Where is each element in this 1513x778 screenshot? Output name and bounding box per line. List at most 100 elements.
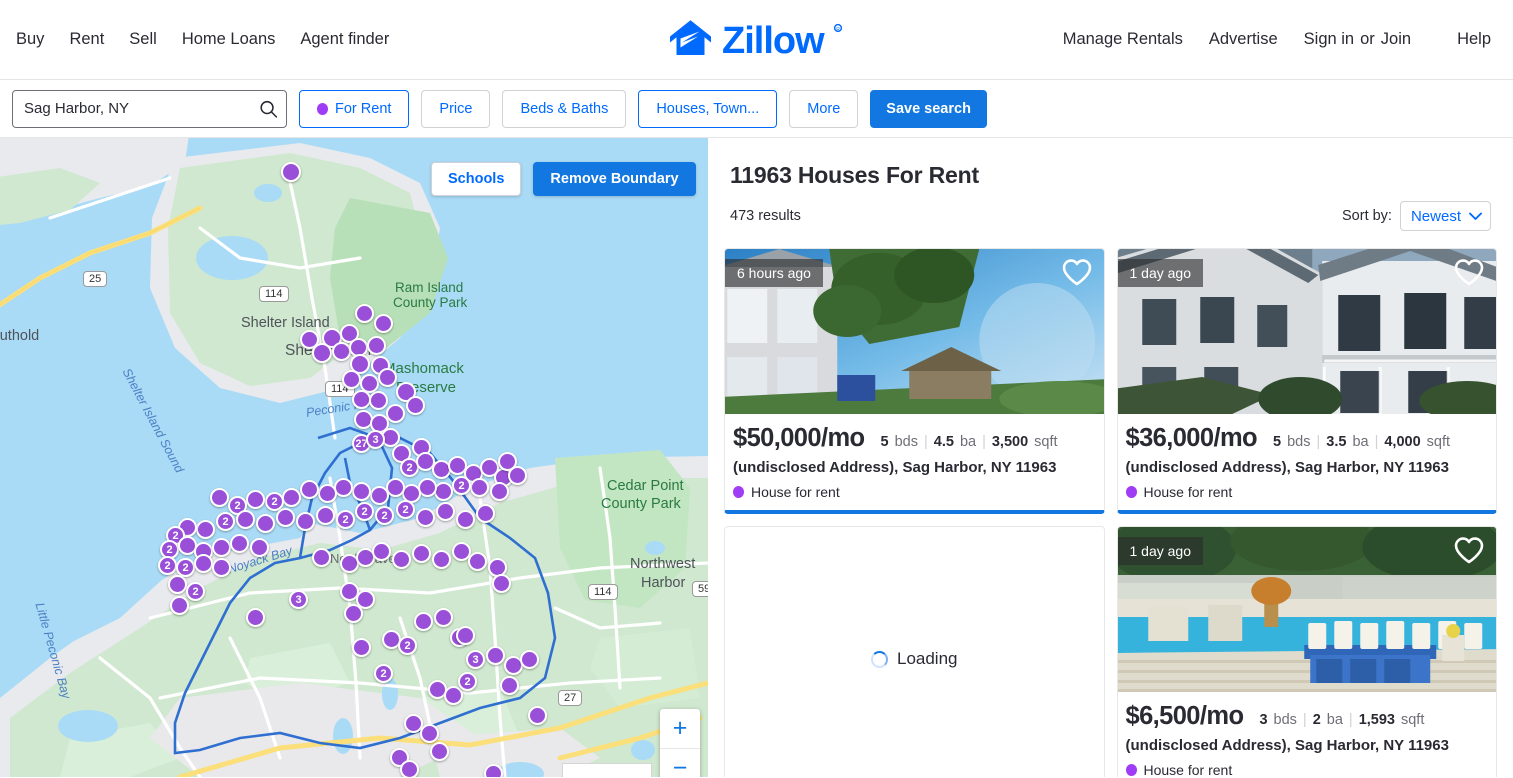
map-pin[interactable]	[312, 548, 331, 567]
map-pin[interactable]	[316, 506, 335, 525]
search-icon[interactable]	[259, 99, 278, 118]
map-pin[interactable]	[210, 488, 229, 507]
listing-photo[interactable]: 1 day ago	[1117, 527, 1496, 692]
filter-for-rent-button[interactable]: For Rent	[299, 89, 410, 128]
map-pin[interactable]	[430, 742, 449, 761]
map-pin-cluster[interactable]: 2	[458, 672, 477, 691]
map-pin[interactable]	[392, 550, 411, 569]
save-search-button[interactable]: Save search	[870, 89, 987, 128]
remove-boundary-button[interactable]: Remove Boundary	[533, 162, 696, 196]
map-pin[interactable]	[256, 514, 275, 533]
map-pin[interactable]	[342, 370, 361, 389]
map-pin[interactable]	[468, 552, 487, 571]
favorite-heart-icon[interactable]	[1062, 259, 1092, 291]
map-pin[interactable]	[212, 538, 231, 557]
map-pin-cluster[interactable]: 2	[452, 476, 471, 495]
map-pin[interactable]	[412, 544, 431, 563]
map-pin[interactable]	[414, 612, 433, 631]
map-pin[interactable]	[300, 480, 319, 499]
map-pin[interactable]	[230, 534, 249, 553]
listing-photo[interactable]: 6 hours ago	[725, 249, 1104, 414]
map-pin[interactable]	[212, 558, 231, 577]
map-pin-cluster[interactable]: 3	[366, 430, 385, 449]
map-pin[interactable]	[492, 574, 511, 593]
nav-link-rent[interactable]: Rent	[69, 30, 104, 49]
listing-card[interactable]: 6 hours ago $50,000/mo 5 bds | 4.5 ba | …	[724, 248, 1105, 514]
map-pin[interactable]	[436, 502, 455, 521]
map-pin[interactable]	[332, 342, 351, 361]
map-pin[interactable]	[246, 608, 265, 627]
map-pin[interactable]	[420, 724, 439, 743]
map-pin[interactable]	[500, 676, 519, 695]
map-pin[interactable]	[528, 706, 547, 725]
map-pin-cluster[interactable]: 2	[396, 500, 415, 519]
map-pin[interactable]	[372, 542, 391, 561]
nav-link-agent-finder[interactable]: Agent finder	[300, 30, 389, 49]
favorite-heart-icon[interactable]	[1454, 259, 1484, 291]
filter-price-button[interactable]: Price	[421, 89, 491, 128]
map-pin[interactable]	[444, 686, 463, 705]
schools-button[interactable]: Schools	[431, 162, 522, 196]
search-input[interactable]	[13, 90, 286, 127]
map-pin-cluster[interactable]: 2	[336, 510, 355, 529]
map-pin-cluster[interactable]: 3	[289, 590, 308, 609]
map-pin[interactable]	[484, 764, 503, 777]
map-pin[interactable]	[400, 760, 419, 777]
map-pin[interactable]	[318, 484, 337, 503]
map-pin[interactable]	[355, 304, 374, 323]
nav-link-advertise[interactable]: Advertise	[1209, 30, 1278, 49]
map-pin[interactable]	[352, 638, 371, 657]
map-pin[interactable]	[470, 478, 489, 497]
map-pin[interactable]	[276, 508, 295, 527]
nav-link-sell[interactable]: Sell	[129, 30, 157, 49]
zillow-logo[interactable]: Zillow R	[668, 18, 846, 62]
filter-beds-baths-button[interactable]: Beds & Baths	[502, 89, 627, 128]
map-pin[interactable]	[378, 368, 397, 387]
map-pin[interactable]	[432, 550, 451, 569]
map-pin-cluster[interactable]: 2	[375, 506, 394, 525]
listing-card[interactable]: 1 day ago $6,500/mo 3 bds | 2 ba | 1,593…	[1116, 526, 1497, 777]
map-pin[interactable]	[456, 626, 475, 645]
map-pin[interactable]	[416, 508, 435, 527]
map-pin-cluster[interactable]: 2	[398, 636, 417, 655]
map-pin-cluster[interactable]: 2	[186, 582, 205, 601]
map-pin[interactable]	[520, 650, 539, 669]
favorite-heart-icon[interactable]	[1454, 537, 1484, 569]
map-pin[interactable]	[386, 404, 405, 423]
map-pin[interactable]	[508, 466, 527, 485]
map-pin[interactable]	[296, 512, 315, 531]
map-pin[interactable]	[344, 604, 363, 623]
map-panel[interactable]: Southold Shelter Island Shelter Island R…	[0, 138, 708, 777]
map-pin-cluster[interactable]: 2	[355, 502, 374, 521]
map-pin[interactable]	[236, 510, 255, 529]
map-zoom-in-button[interactable]: +	[660, 709, 700, 749]
map-pin[interactable]	[370, 486, 389, 505]
location-search-box[interactable]	[12, 89, 287, 128]
listing-card[interactable]: 1 day ago $36,000/mo 5 bds | 3.5 ba | 4,…	[1116, 248, 1497, 514]
map-pin-cluster[interactable]: 2	[216, 512, 235, 531]
map-pin[interactable]	[194, 554, 213, 573]
map-pin[interactable]	[476, 504, 495, 523]
nav-link-help[interactable]: Help	[1457, 30, 1491, 49]
map-pin[interactable]	[456, 510, 475, 529]
map-pin[interactable]	[369, 391, 388, 410]
nav-link-home-loans[interactable]: Home Loans	[182, 30, 276, 49]
nav-link-sign-in[interactable]: Sign in	[1304, 30, 1354, 49]
map-pin[interactable]	[352, 482, 371, 501]
filter-home-type-button[interactable]: Houses, Town...	[638, 89, 778, 128]
map-pin[interactable]	[374, 314, 393, 333]
map-pin[interactable]	[486, 646, 505, 665]
map-pin[interactable]	[281, 162, 301, 182]
sort-select[interactable]: Newest	[1399, 201, 1491, 231]
map-pin[interactable]	[168, 575, 187, 594]
map-pin[interactable]	[490, 482, 509, 501]
map-pin[interactable]	[434, 608, 453, 627]
nav-link-buy[interactable]: Buy	[16, 30, 44, 49]
map-pin[interactable]	[406, 396, 425, 415]
map-pin-cluster[interactable]: 2	[374, 664, 393, 683]
nav-link-manage-rentals[interactable]: Manage Rentals	[1063, 30, 1183, 49]
nav-link-join[interactable]: Join	[1381, 30, 1411, 49]
map-pin[interactable]	[196, 520, 215, 539]
map-pin[interactable]	[246, 490, 265, 509]
listing-photo[interactable]: 1 day ago	[1117, 249, 1496, 414]
